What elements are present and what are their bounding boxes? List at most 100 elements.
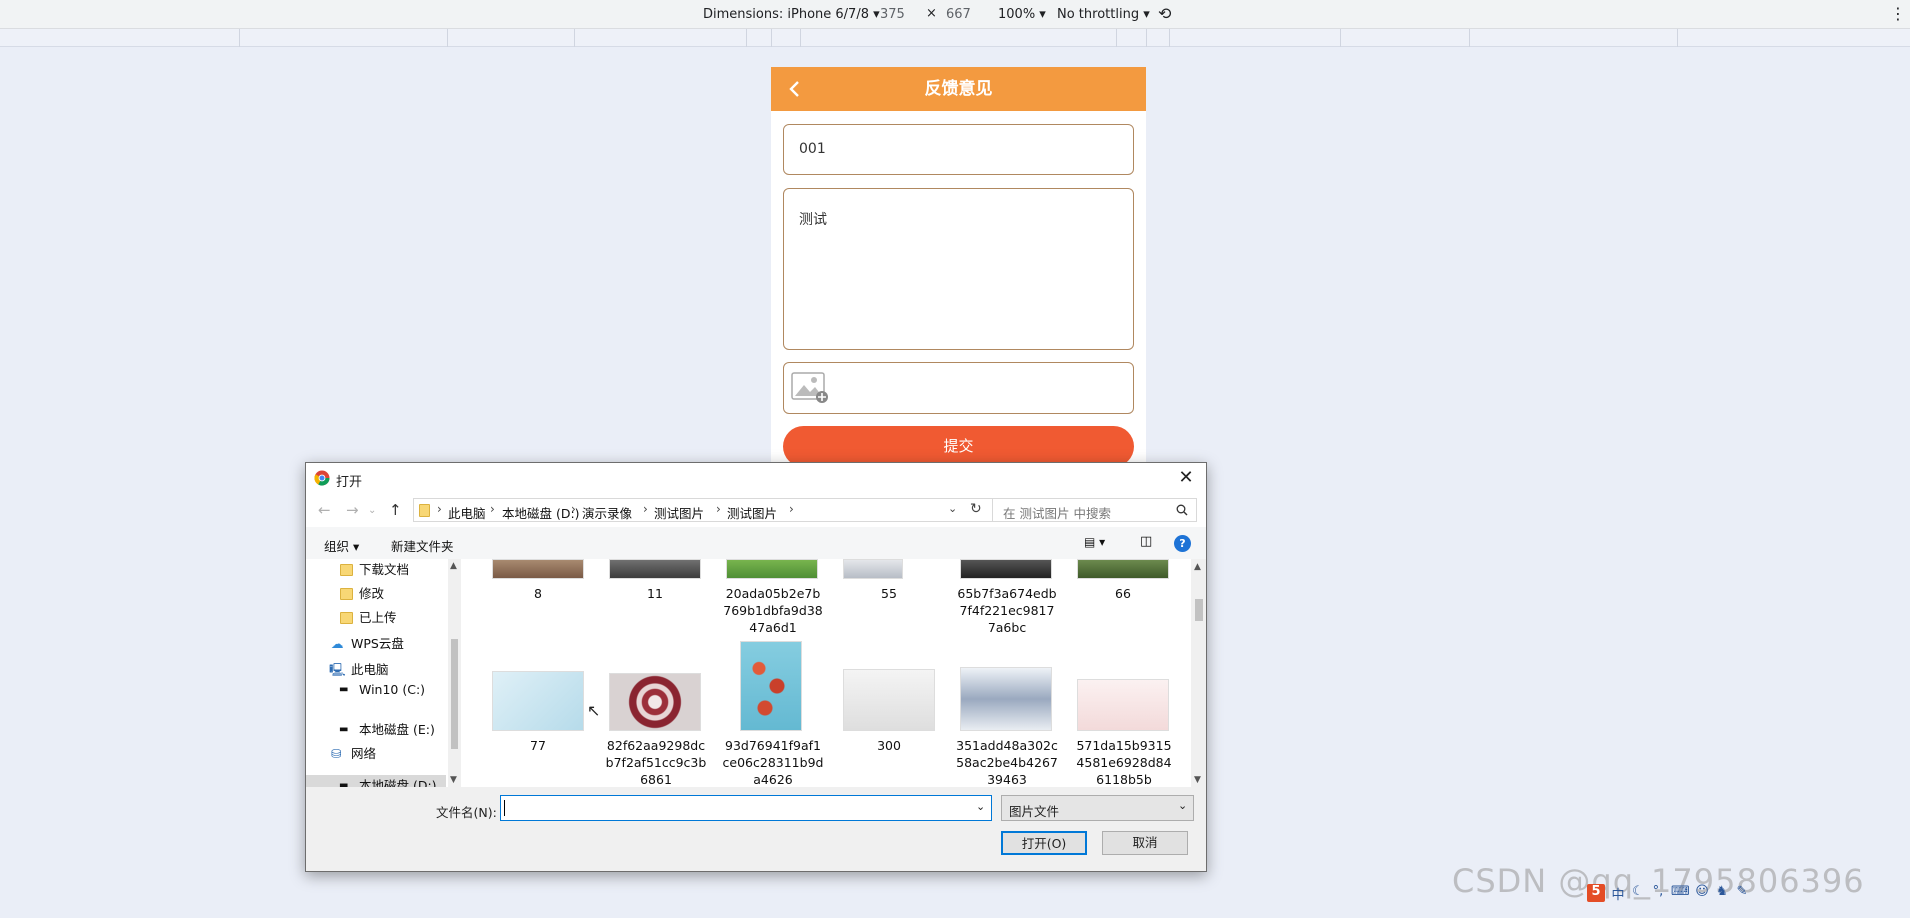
- thumbnail[interactable]: [1077, 559, 1169, 579]
- filename-input[interactable]: ⌄: [500, 795, 992, 821]
- user-icon[interactable]: ☺: [1693, 884, 1711, 902]
- cancel-button[interactable]: 取消: [1102, 831, 1188, 855]
- scroll-down-icon[interactable]: ▼: [450, 775, 457, 785]
- ime-icon[interactable]: 中: [1609, 884, 1627, 903]
- thumbnail[interactable]: [843, 559, 903, 579]
- chevron-down-icon[interactable]: ⌄: [976, 800, 985, 813]
- app-header: 反馈意见: [771, 67, 1146, 111]
- file-name[interactable]: 11: [605, 585, 705, 602]
- view-options-icon[interactable]: ▤ ▾: [1084, 535, 1105, 549]
- file-name[interactable]: 77: [488, 737, 588, 754]
- tree-item[interactable]: 本地磁盘 (E:): [359, 719, 435, 741]
- keyboard-icon[interactable]: ⌨: [1671, 884, 1690, 902]
- preview-pane-icon[interactable]: ◫: [1140, 534, 1152, 549]
- html5-icon[interactable]: 5: [1587, 884, 1605, 902]
- help-icon[interactable]: ?: [1174, 535, 1191, 552]
- tree-item[interactable]: Win10 (C:): [359, 679, 425, 701]
- title-input-value: 001: [799, 141, 826, 157]
- tree-item[interactable]: 已上传: [359, 607, 397, 629]
- file-name[interactable]: 571da15b93154581e6928d846118b5b: [1073, 737, 1175, 787]
- file-name[interactable]: 65b7f3a674edb7f4f221ec98177a6bc: [956, 585, 1058, 636]
- submit-button[interactable]: 提交: [783, 426, 1134, 467]
- tree-item[interactable]: 修改: [359, 583, 384, 605]
- drive-icon: ▬: [339, 780, 349, 787]
- thumbnail[interactable]: [1077, 679, 1169, 731]
- thumbnail[interactable]: [843, 669, 935, 731]
- shirt-icon[interactable]: ♞: [1713, 884, 1731, 902]
- tree-item[interactable]: 下载文档: [359, 559, 409, 581]
- thumbnail[interactable]: [492, 671, 584, 731]
- thumbnail[interactable]: [740, 641, 802, 731]
- device-dimensions-select[interactable]: Dimensions: iPhone 6/7/8 ▾: [703, 7, 880, 22]
- tree-item[interactable]: 网络: [351, 743, 376, 765]
- breadcrumb-item[interactable]: 演示录像: [582, 503, 632, 522]
- chevron-right-icon: ›: [490, 502, 495, 516]
- wrench-icon[interactable]: ✎: [1733, 884, 1751, 902]
- file-name[interactable]: 55: [839, 585, 939, 602]
- page-title: 反馈意见: [924, 79, 993, 99]
- file-name[interactable]: 8: [488, 585, 588, 602]
- folder-icon: [340, 612, 353, 624]
- forward-icon[interactable]: →: [346, 501, 359, 519]
- breadcrumb-item[interactable]: 此电脑: [448, 503, 486, 522]
- zoom-select[interactable]: 100% ▾: [998, 7, 1046, 22]
- scroll-up-icon[interactable]: ▲: [450, 561, 457, 571]
- content-textarea[interactable]: 测试: [783, 188, 1134, 350]
- scroll-down-icon[interactable]: ▼: [1194, 775, 1201, 785]
- filetype-select[interactable]: 图片文件 ⌄: [1001, 795, 1194, 821]
- image-upload-box[interactable]: [783, 362, 1134, 414]
- chevron-down-icon: ⌄: [1178, 799, 1188, 812]
- open-button[interactable]: 打开(O): [1001, 831, 1087, 855]
- new-folder-button[interactable]: 新建文件夹: [391, 536, 454, 555]
- moon-icon[interactable]: ☾: [1629, 884, 1647, 902]
- content-textarea-value: 测试: [799, 212, 827, 228]
- tree-item[interactable]: 此电脑: [351, 659, 389, 681]
- chevron-down-icon[interactable]: ⌄: [948, 502, 957, 515]
- chevron-right-icon: ›: [716, 502, 721, 516]
- breadcrumb-item[interactable]: 测试图片: [727, 503, 777, 522]
- scroll-up-icon[interactable]: ▲: [1194, 562, 1201, 572]
- file-name[interactable]: 82f62aa9298dcb7f2af51cc9c3b6861: [605, 737, 707, 787]
- thumbnail[interactable]: [609, 559, 701, 579]
- punctuation-icon[interactable]: °,: [1649, 884, 1667, 902]
- tree-item[interactable]: WPS云盘: [351, 633, 404, 655]
- height-input[interactable]: 667: [946, 7, 971, 26]
- thumbnail[interactable]: [960, 667, 1052, 731]
- file-name[interactable]: 300: [839, 737, 939, 754]
- chevron-right-icon: ›: [789, 502, 794, 516]
- thumbnail[interactable]: [609, 673, 701, 731]
- grid-scrollbar[interactable]: [1191, 559, 1206, 787]
- throttle-select[interactable]: No throttling ▾: [1057, 7, 1150, 22]
- rotate-icon[interactable]: ⟲: [1158, 4, 1171, 23]
- add-image-icon[interactable]: [791, 372, 829, 404]
- file-name[interactable]: 93d76941f9af1ce06c28311b9da4626: [722, 737, 824, 787]
- tree-scrollbar-thumb[interactable]: [451, 639, 458, 749]
- tree-item-selected[interactable]: 本地磁盘 (D:): [359, 775, 437, 787]
- breadcrumb-item[interactable]: 测试图片: [654, 503, 704, 522]
- search-input[interactable]: 在 测试图片 中搜索: [992, 498, 1197, 522]
- mobile-viewport: 反馈意见 001 测试 提交: [771, 67, 1146, 467]
- file-open-dialog: 打开 ✕ ← → ⌄ ↑ › 此电脑 › 本地磁盘 (D:) › 演示录像 › …: [305, 462, 1207, 872]
- recent-dropdown-icon[interactable]: ⌄: [368, 505, 376, 516]
- thumbnail[interactable]: [960, 559, 1052, 579]
- chrome-icon: [314, 470, 330, 486]
- breadcrumb-item[interactable]: 本地磁盘 (D:): [502, 503, 580, 522]
- more-options-icon[interactable]: ⋮: [1890, 4, 1906, 23]
- thumbnail[interactable]: [492, 559, 584, 579]
- file-name[interactable]: 20ada05b2e7b769b1dbfa9d3847a6d1: [722, 585, 824, 636]
- file-name[interactable]: 351add48a302c58ac2be4b426739463: [956, 737, 1058, 787]
- organize-button[interactable]: 组织 ▾: [324, 536, 359, 555]
- up-arrow-icon[interactable]: ↑: [389, 501, 402, 519]
- refresh-icon[interactable]: ↻: [970, 501, 982, 517]
- file-name[interactable]: 66: [1073, 585, 1173, 602]
- close-icon[interactable]: ✕: [1174, 466, 1198, 490]
- back-icon[interactable]: ←: [318, 501, 331, 519]
- thumbnail[interactable]: [726, 559, 818, 579]
- chevron-right-icon: ›: [571, 502, 576, 516]
- width-input[interactable]: 375: [880, 7, 905, 26]
- device-label: Dimensions: iPhone 6/7/8: [703, 7, 869, 22]
- grid-scrollbar-thumb[interactable]: [1195, 599, 1203, 621]
- address-bar[interactable]: › 此电脑 › 本地磁盘 (D:) › 演示录像 › 测试图片 › 测试图片 ›…: [413, 498, 993, 522]
- title-input[interactable]: 001: [783, 124, 1134, 175]
- drive-icon: ▬: [339, 684, 349, 695]
